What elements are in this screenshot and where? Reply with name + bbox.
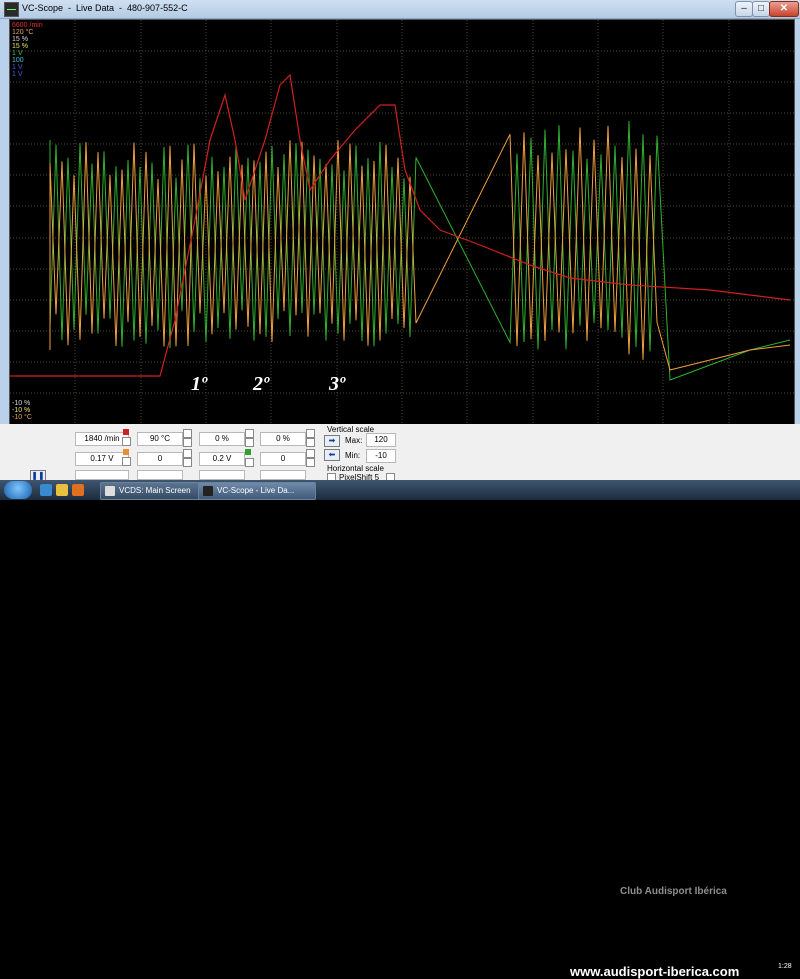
scope-app-icon bbox=[4, 2, 19, 17]
annotation-gear-2: 2º bbox=[252, 373, 270, 395]
quicklaunch-firefox-icon[interactable] bbox=[72, 484, 84, 496]
channel-11-value bbox=[199, 470, 245, 480]
channel-10-value bbox=[137, 470, 183, 480]
maximize-button[interactable]: □ bbox=[752, 1, 770, 17]
scope-plot: 1º 2º 3º bbox=[10, 20, 794, 424]
scale-label-top: 6600 /min bbox=[12, 22, 43, 29]
scale-label-top: 100 bbox=[12, 57, 24, 64]
scope-graph-area[interactable]: 1º 2º 3º 6600 /min 120 °C 15 % 15 % 1 V 100 1 … bbox=[9, 19, 795, 425]
channel-4-value: 0 % bbox=[260, 432, 306, 446]
channel-1-checkbox[interactable] bbox=[122, 437, 131, 446]
quicklaunch-explorer-icon[interactable] bbox=[56, 484, 68, 496]
scale-label-top: 1 V bbox=[12, 71, 23, 78]
arrow-left-icon: ⬅ bbox=[328, 450, 336, 459]
channel-3b-checkbox[interactable] bbox=[245, 438, 254, 447]
scale-label-bottom: -10 % bbox=[12, 400, 31, 407]
channel-1-value: 1840 /min bbox=[75, 432, 129, 446]
window-title: VC-Scope - Live Data - 480-907-552-C bbox=[22, 3, 188, 13]
taskbar: VCDS: Main Screen VC-Scope - Live Da... … bbox=[0, 480, 800, 979]
annotation-gear-1: 1º bbox=[191, 373, 208, 395]
taskbar-item-vc-scope[interactable]: VC-Scope - Live Da... bbox=[198, 482, 316, 500]
minimize-button[interactable]: – bbox=[735, 1, 753, 17]
channel-2-value: 90 °C bbox=[137, 432, 183, 446]
channel-6b-checkbox[interactable] bbox=[183, 458, 192, 467]
club-watermark: Club Audisport Ibérica bbox=[620, 886, 727, 897]
channel-1-color bbox=[123, 429, 129, 435]
scale-label-top: 1 V bbox=[12, 64, 23, 71]
channel-3-checkbox[interactable] bbox=[245, 429, 254, 438]
channel-6-checkbox[interactable] bbox=[183, 449, 192, 458]
scale-label-top: 1 V bbox=[12, 50, 23, 57]
vcds-icon bbox=[105, 486, 115, 496]
scope-icon bbox=[203, 486, 213, 496]
channel-5-color bbox=[123, 449, 129, 455]
taskbar-item-vc-scope-label: VC-Scope - Live Da... bbox=[217, 486, 295, 495]
channel-7-value: 0.2 V bbox=[199, 452, 245, 466]
scale-label-top: 15 % bbox=[12, 36, 28, 43]
channel-2b-checkbox[interactable] bbox=[183, 438, 192, 447]
min-input[interactable]: -10 bbox=[366, 449, 396, 463]
vertical-scale-right-arrow[interactable]: ➡ bbox=[324, 435, 340, 447]
channel-5-value: 0.17 V bbox=[75, 452, 129, 466]
channel-3-value: 0 % bbox=[199, 432, 245, 446]
channel-12-value bbox=[260, 470, 306, 480]
scale-label-bottom: -10 °C bbox=[12, 414, 32, 421]
channel-7-color bbox=[245, 449, 251, 455]
taskbar-item-vcds[interactable]: VCDS: Main Screen bbox=[100, 482, 212, 500]
channel-9-value bbox=[75, 470, 129, 480]
max-label: Max: bbox=[345, 436, 363, 445]
site-watermark: www.audisport-iberica.com bbox=[570, 964, 740, 979]
title-bar[interactable]: VC-Scope - Live Data - 480-907-552-C – □… bbox=[0, 0, 800, 19]
channel-4-checkbox[interactable] bbox=[306, 429, 315, 438]
start-button[interactable] bbox=[4, 481, 32, 499]
scale-label-top: 120 °C bbox=[12, 29, 34, 36]
channel-6-value: 0 bbox=[137, 452, 183, 466]
channel-8-value: 0 bbox=[260, 452, 306, 466]
channel-5-checkbox[interactable] bbox=[122, 457, 131, 466]
arrow-right-icon: ➡ bbox=[328, 436, 336, 445]
annotation-gear-3: 3º bbox=[328, 373, 346, 395]
horizontal-scale-title: Horizontal scale bbox=[327, 464, 384, 473]
channel-7-checkbox[interactable] bbox=[245, 458, 254, 467]
channel-4b-checkbox[interactable] bbox=[306, 438, 315, 447]
quicklaunch-ie-icon[interactable] bbox=[40, 484, 52, 496]
vc-scope-window: VC-Scope - Live Data - 480-907-552-C – □… bbox=[0, 0, 800, 480]
pause-icon: ❚❚ bbox=[31, 471, 45, 480]
control-panel: 1840 /min 90 °C 0 % 0 % 0.17 V 0 0.2 V 0… bbox=[0, 424, 800, 897]
scale-label-top: 15 % bbox=[12, 43, 28, 50]
close-button[interactable]: ✕ bbox=[769, 1, 799, 17]
min-label: Min: bbox=[345, 451, 361, 460]
taskbar-item-vcds-label: VCDS: Main Screen bbox=[119, 486, 191, 495]
channel-2-checkbox[interactable] bbox=[183, 429, 192, 438]
taskbar-clock: 1:28 bbox=[778, 963, 792, 970]
vertical-scale-left-arrow[interactable]: ⬅ bbox=[324, 449, 340, 461]
scale-label-bottom: -10 % bbox=[12, 407, 31, 414]
channel-8-checkbox[interactable] bbox=[306, 449, 315, 458]
channel-8b-checkbox[interactable] bbox=[306, 458, 315, 467]
max-input[interactable]: 120 bbox=[366, 433, 396, 447]
